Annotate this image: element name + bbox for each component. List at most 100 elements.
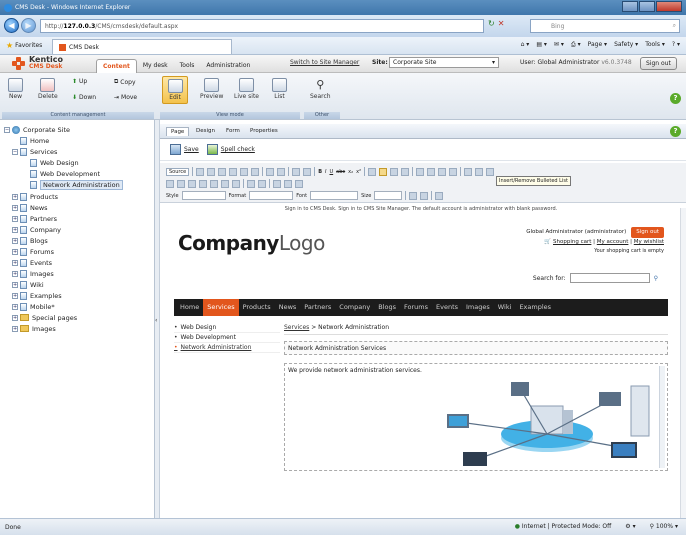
align-center-icon[interactable] bbox=[427, 167, 436, 176]
tree-node-wiki[interactable]: + Wiki bbox=[12, 280, 44, 289]
source-button[interactable]: Source bbox=[166, 167, 190, 176]
save-button[interactable]: Save bbox=[170, 144, 199, 155]
paste-icon[interactable] bbox=[218, 167, 227, 176]
replace-icon[interactable] bbox=[303, 167, 312, 176]
indent-icon[interactable] bbox=[401, 167, 410, 176]
spellcheck-button[interactable]: Spell check bbox=[206, 144, 255, 155]
anchor-icon[interactable] bbox=[486, 167, 495, 176]
tree-node-home[interactable]: Home bbox=[20, 136, 49, 145]
tree-node-images[interactable]: + Images bbox=[12, 269, 54, 278]
menu-services[interactable]: Services bbox=[203, 299, 239, 316]
special-char-icon[interactable] bbox=[221, 179, 229, 188]
expand-icon[interactable]: + bbox=[12, 193, 18, 200]
nav-network-admin[interactable]: Network Administration bbox=[174, 343, 280, 353]
editable-heading[interactable]: Network Administration Services bbox=[284, 341, 668, 355]
back-button[interactable]: ◀ bbox=[4, 18, 19, 33]
expand-icon[interactable]: + bbox=[12, 226, 18, 233]
size-select[interactable] bbox=[374, 191, 403, 200]
text-color-icon[interactable] bbox=[409, 191, 418, 200]
nav-web-development[interactable]: Web Development bbox=[174, 333, 280, 343]
align-left-icon[interactable] bbox=[416, 167, 425, 176]
favorites-button[interactable]: ★ Favorites bbox=[6, 41, 42, 50]
blocks-icon[interactable] bbox=[295, 179, 303, 188]
justify-icon[interactable] bbox=[449, 167, 458, 176]
url-field[interactable]: http://127.0.0.3/CMS/cmsdesk/default.asp… bbox=[40, 19, 484, 33]
move-button[interactable]: ⇥ Move bbox=[114, 94, 137, 101]
menu-wiki[interactable]: Wiki bbox=[494, 299, 516, 316]
menu-news[interactable]: News bbox=[275, 299, 301, 316]
site-select[interactable]: Corporate Site ▾ bbox=[389, 57, 499, 68]
collapse-icon[interactable]: − bbox=[12, 148, 18, 155]
expand-icon[interactable]: + bbox=[12, 292, 18, 299]
strike-icon[interactable]: abc bbox=[336, 169, 345, 175]
expand-icon[interactable]: + bbox=[12, 248, 18, 255]
undo-icon[interactable] bbox=[266, 167, 275, 176]
format-select[interactable] bbox=[249, 191, 294, 200]
tab-page[interactable]: Page bbox=[166, 127, 190, 136]
hr-icon[interactable] bbox=[199, 179, 207, 188]
collapse-icon[interactable]: − bbox=[4, 126, 10, 133]
search-input[interactable]: Bing ⌕ bbox=[530, 19, 680, 33]
unlink-icon[interactable] bbox=[475, 167, 484, 176]
flash-icon[interactable] bbox=[177, 179, 185, 188]
tree-node-mobile[interactable]: + Mobile* bbox=[12, 302, 55, 311]
star-icon[interactable] bbox=[284, 179, 292, 188]
widget-icon[interactable] bbox=[247, 179, 255, 188]
live-site-button[interactable]: Live site bbox=[234, 78, 259, 100]
help-icon[interactable]: ? bbox=[670, 126, 681, 137]
expand-icon[interactable]: + bbox=[12, 270, 18, 277]
media-icon[interactable] bbox=[273, 179, 281, 188]
style-select[interactable] bbox=[181, 191, 226, 200]
my-account-link[interactable]: My account bbox=[597, 239, 629, 245]
bulleted-list-icon[interactable] bbox=[379, 167, 388, 176]
zoom-control[interactable]: ⚲ 100% ▾ bbox=[650, 523, 678, 530]
tree-node-partners[interactable]: + Partners bbox=[12, 214, 57, 223]
table-icon[interactable] bbox=[188, 179, 196, 188]
signout-button[interactable]: Sign out bbox=[640, 57, 677, 70]
numbered-list-icon[interactable] bbox=[368, 167, 377, 176]
tree-node-images-folder[interactable]: + Images bbox=[12, 324, 56, 333]
copy-button[interactable]: ⧉ Copy bbox=[114, 78, 136, 86]
cmd-tools[interactable]: Tools ▾ bbox=[645, 41, 665, 49]
tab-properties[interactable]: Properties bbox=[246, 127, 282, 135]
mail-icon[interactable]: ✉ ▾ bbox=[554, 41, 564, 49]
new-button[interactable]: New bbox=[8, 78, 23, 100]
find-icon[interactable] bbox=[292, 167, 301, 176]
switch-site-manager-link[interactable]: Switch to Site Manager bbox=[290, 59, 359, 66]
refresh-icon[interactable]: ↻ bbox=[488, 19, 495, 28]
menu-products[interactable]: Products bbox=[239, 299, 275, 316]
site-signout-button[interactable]: Sign out bbox=[631, 227, 664, 238]
protected-mode-icon[interactable]: ⚙ ▾ bbox=[625, 523, 635, 530]
tab-tools[interactable]: Tools bbox=[174, 59, 201, 73]
smiley-icon[interactable] bbox=[210, 179, 218, 188]
menu-images[interactable]: Images bbox=[462, 299, 494, 316]
expand-icon[interactable]: + bbox=[12, 259, 18, 266]
tree-node-web-development[interactable]: Web Development bbox=[30, 169, 100, 178]
stop-icon[interactable]: ✕ bbox=[498, 19, 505, 28]
macro-icon[interactable] bbox=[258, 179, 266, 188]
align-right-icon[interactable] bbox=[438, 167, 447, 176]
subscript-icon[interactable]: x₂ bbox=[348, 169, 353, 175]
expand-icon[interactable]: + bbox=[12, 281, 18, 288]
browser-tab[interactable]: CMS Desk bbox=[52, 39, 232, 54]
underline-icon[interactable]: U bbox=[329, 169, 333, 175]
cmd-page[interactable]: Page ▾ bbox=[588, 41, 607, 49]
tree-node-blogs[interactable]: + Blogs bbox=[12, 236, 48, 245]
outdent-icon[interactable] bbox=[390, 167, 399, 176]
menu-company[interactable]: Company bbox=[335, 299, 374, 316]
tree-node-company[interactable]: + Company bbox=[12, 225, 61, 234]
tree-node-events[interactable]: + Events bbox=[12, 258, 52, 267]
redo-icon[interactable] bbox=[277, 167, 286, 176]
editable-content[interactable]: We provide network administration servic… bbox=[284, 363, 668, 471]
tree-node-news[interactable]: + News bbox=[12, 203, 48, 212]
page-scrollbar[interactable] bbox=[680, 208, 686, 518]
tab-form[interactable]: Form bbox=[222, 127, 244, 135]
expand-icon[interactable]: + bbox=[12, 325, 18, 332]
shopping-cart-link[interactable]: Shopping cart bbox=[553, 239, 591, 245]
italic-icon[interactable]: I bbox=[325, 169, 326, 175]
list-button[interactable]: List bbox=[272, 78, 287, 100]
expand-icon[interactable]: + bbox=[12, 303, 18, 310]
tree-node-forums[interactable]: + Forums bbox=[12, 247, 54, 256]
tree-node-root[interactable]: − Corporate Site bbox=[4, 125, 70, 134]
menu-blogs[interactable]: Blogs bbox=[374, 299, 400, 316]
